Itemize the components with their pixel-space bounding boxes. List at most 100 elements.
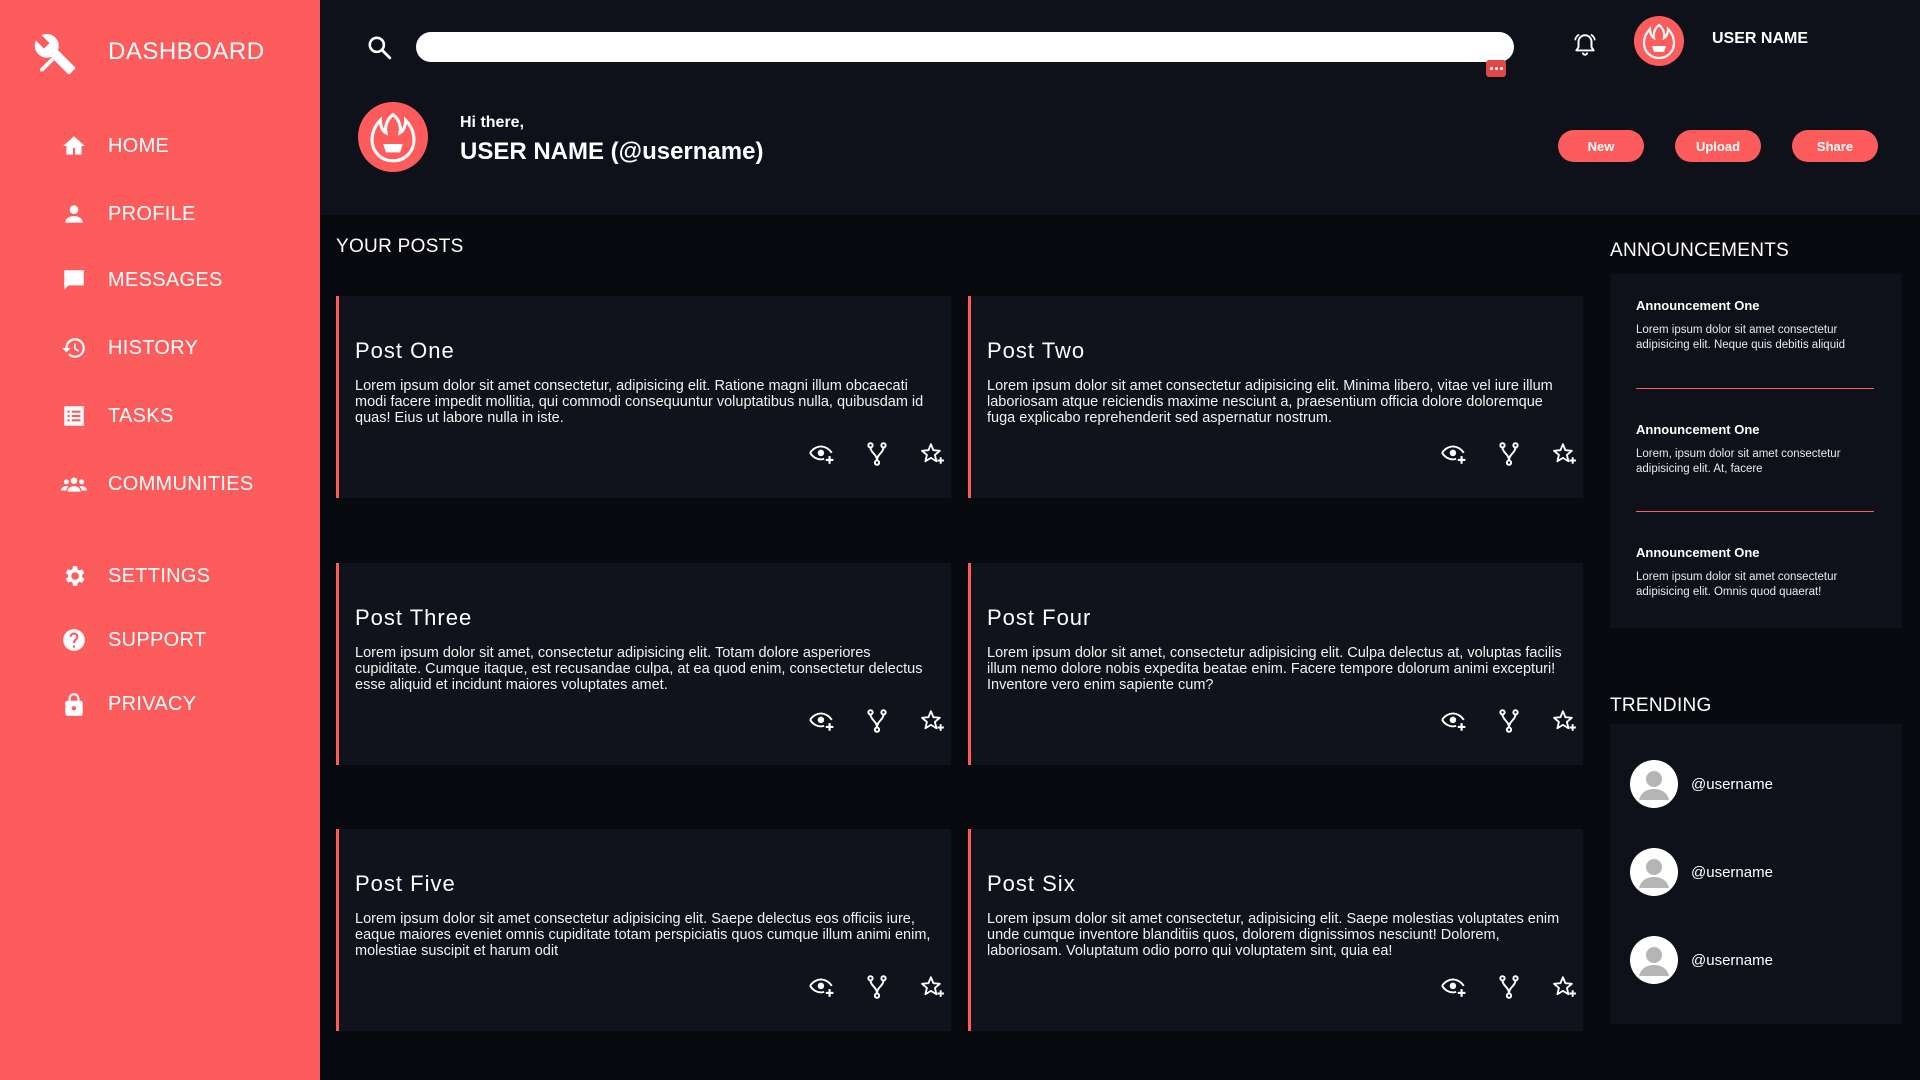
avatar[interactable] (1634, 16, 1684, 66)
announcement-title: Announcement One (1636, 422, 1760, 437)
post-body: Lorem ipsum dolor sit amet consectetur, … (987, 911, 1560, 959)
announcement-item[interactable]: Announcement One Lorem ipsum dolor sit a… (1636, 545, 1876, 600)
announcements-title: ANNOUNCEMENTS (1610, 240, 1790, 261)
list-icon (60, 402, 88, 430)
sidebar-item-profile[interactable]: PROFILE (60, 200, 195, 228)
fork-icon[interactable] (864, 974, 890, 1000)
watch-icon[interactable] (809, 441, 835, 467)
fork-icon[interactable] (864, 441, 890, 467)
user-full-name: USER NAME (@username) (460, 138, 764, 165)
new-button[interactable]: New (1558, 130, 1644, 162)
sidebar-item-label: MESSAGES (108, 268, 223, 291)
post-title: Post Four (987, 605, 1092, 630)
star-icon[interactable] (919, 441, 945, 467)
bell-icon[interactable] (1572, 32, 1598, 58)
post-title: Post Two (987, 338, 1086, 363)
announcement-item[interactable]: Announcement One Lorem ipsum dolor sit a… (1636, 298, 1876, 353)
fork-icon[interactable] (864, 708, 890, 734)
watch-icon[interactable] (1441, 974, 1467, 1000)
gear-icon (60, 562, 88, 590)
help-icon (60, 626, 88, 654)
brand[interactable]: DASHBOARD (33, 32, 264, 76)
announcement-text: Lorem ipsum dolor sit amet consectetur a… (1636, 324, 1846, 351)
post-title: Post One (355, 338, 455, 363)
group-icon (60, 470, 88, 498)
upload-button[interactable]: Upload (1675, 130, 1761, 162)
trending-user[interactable]: @username (1630, 848, 1773, 896)
fork-icon[interactable] (1496, 708, 1522, 734)
post-card[interactable]: Post Six Lorem ipsum dolor sit amet conse… (968, 829, 1583, 1031)
post-card[interactable]: Post One Lorem ipsum dolor sit amet conse… (336, 296, 951, 498)
brand-title: DASHBOARD (108, 38, 265, 65)
trending-username: @username (1691, 951, 1773, 969)
post-card[interactable]: Post Four Lorem ipsum dolor sit amet, con… (968, 563, 1583, 765)
post-body: Lorem ipsum dolor sit amet, consectetur … (987, 645, 1562, 693)
announcements-panel: Announcement One Lorem ipsum dolor sit a… (1610, 274, 1902, 628)
header-username[interactable]: USER NAME (1712, 30, 1808, 48)
trending-username: @username (1691, 775, 1773, 793)
sidebar-item-support[interactable]: SUPPORT (60, 626, 206, 654)
chat-icon (60, 266, 88, 294)
default-avatar-icon (1630, 936, 1678, 984)
star-icon[interactable] (1551, 441, 1577, 467)
search-icon[interactable] (366, 34, 392, 60)
default-avatar-icon (1630, 760, 1678, 808)
sidebar-item-tasks[interactable]: TASKS (60, 402, 173, 430)
avatar-emblem-icon (370, 112, 416, 163)
default-avatar-icon (1630, 848, 1678, 896)
lock-icon (60, 690, 88, 718)
sidebar-item-label: SUPPORT (108, 628, 207, 651)
announcement-item[interactable]: Announcement One Lorem, ipsum dolor sit … (1636, 422, 1876, 477)
search-input[interactable] (416, 32, 1514, 62)
home-icon (60, 132, 88, 160)
person-icon (60, 200, 88, 228)
sidebar-item-communities[interactable]: COMMUNITIES (60, 470, 253, 498)
sidebar-item-label: COMMUNITIES (108, 472, 254, 495)
star-icon[interactable] (919, 974, 945, 1000)
post-title: Post Three (355, 605, 473, 630)
greeting-text: Hi there, (460, 114, 525, 131)
post-card[interactable]: Post Five Lorem ipsum dolor sit amet cons… (336, 829, 951, 1031)
announcement-divider (1636, 388, 1874, 389)
sidebar-item-label: SETTINGS (108, 564, 211, 587)
trending-user[interactable]: @username (1630, 936, 1773, 984)
star-icon[interactable] (919, 708, 945, 734)
chat-badge-icon[interactable] (1486, 60, 1506, 77)
fork-icon[interactable] (1496, 974, 1522, 1000)
post-body: Lorem ipsum dolor sit amet consectetur a… (355, 911, 931, 959)
post-card[interactable]: Post Two Lorem ipsum dolor sit amet conse… (968, 296, 1583, 498)
watch-icon[interactable] (809, 974, 835, 1000)
post-body: Lorem ipsum dolor sit amet, consectetur … (355, 645, 923, 693)
sidebar-item-label: PRIVACY (108, 692, 197, 715)
sidebar-item-label: TASKS (108, 404, 174, 427)
star-icon[interactable] (1551, 708, 1577, 734)
announcement-title: Announcement One (1636, 545, 1760, 560)
share-button[interactable]: Share (1792, 130, 1878, 162)
posts-section-title: YOUR POSTS (336, 236, 464, 257)
fork-icon[interactable] (1496, 441, 1522, 467)
watch-icon[interactable] (809, 708, 835, 734)
avatar-emblem-icon (1642, 23, 1676, 60)
trending-panel: @username @username @username (1610, 724, 1902, 1024)
post-card[interactable]: Post Three Lorem ipsum dolor sit amet, co… (336, 563, 951, 765)
watch-icon[interactable] (1441, 441, 1467, 467)
trending-username: @username (1691, 863, 1773, 881)
sidebar-item-label: HOME (108, 134, 170, 157)
sidebar: DASHBOARD HOME PROFILE MESSAGES HISTORY … (0, 0, 320, 1080)
profile-avatar[interactable] (358, 102, 428, 172)
trending-title: TRENDING (1610, 695, 1712, 716)
sidebar-item-messages[interactable]: MESSAGES (60, 266, 222, 294)
star-icon[interactable] (1551, 974, 1577, 1000)
announcement-text: Lorem ipsum dolor sit amet consectetur a… (1636, 571, 1838, 598)
tools-icon (34, 34, 76, 75)
sidebar-item-home[interactable]: HOME (60, 132, 169, 160)
watch-icon[interactable] (1441, 708, 1467, 734)
post-body: Lorem ipsum dolor sit amet consectetur a… (987, 378, 1553, 426)
sidebar-item-settings[interactable]: SETTINGS (60, 562, 210, 590)
sidebar-item-privacy[interactable]: PRIVACY (60, 690, 196, 718)
announcement-title: Announcement One (1636, 298, 1760, 313)
sidebar-item-history[interactable]: HISTORY (60, 334, 198, 362)
post-title: Post Five (355, 871, 456, 896)
announcement-text: Lorem, ipsum dolor sit amet consectetur … (1636, 448, 1841, 475)
trending-user[interactable]: @username (1630, 760, 1773, 808)
